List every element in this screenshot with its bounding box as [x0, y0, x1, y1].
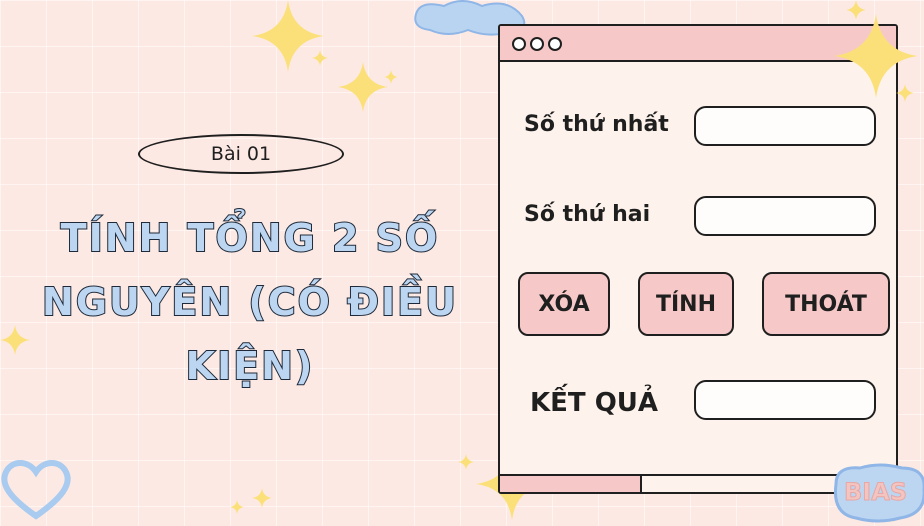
- sparkle-star-icon: [384, 70, 398, 84]
- sparkle-star-icon: [230, 500, 244, 514]
- lesson-badge: Bài 01: [138, 134, 344, 174]
- second-number-input[interactable]: [694, 196, 876, 236]
- bias-sticker-text: BIAS: [843, 478, 908, 507]
- sparkle-star-icon: [252, 488, 272, 508]
- heart-outline-icon: [1, 460, 71, 520]
- clear-button[interactable]: XÓA: [518, 272, 610, 336]
- result-label: KẾT QUẢ: [530, 388, 659, 418]
- result-output[interactable]: [694, 380, 876, 420]
- second-number-label: Số thứ hai: [524, 202, 651, 227]
- exit-button[interactable]: THOÁT: [762, 272, 890, 336]
- window-control-dot[interactable]: [548, 37, 562, 51]
- window-footer-fill: [500, 476, 642, 492]
- bias-sticker: BIAS: [830, 462, 924, 526]
- compute-button[interactable]: TÍNH: [638, 272, 734, 336]
- sparkle-star-icon: [312, 50, 328, 66]
- sparkle-star-icon: [896, 84, 914, 102]
- page-title: TÍNH TỔNG 2 SỐ NGUYÊN (CÓ ĐIỀU KIỆN): [41, 215, 458, 389]
- first-number-label: Số thứ nhất: [524, 112, 669, 137]
- window-control-dot[interactable]: [512, 37, 526, 51]
- window-control-dot[interactable]: [530, 37, 544, 51]
- sparkle-star-icon: [458, 454, 474, 470]
- first-number-input[interactable]: [694, 106, 876, 146]
- sparkle-star-icon: [338, 62, 388, 112]
